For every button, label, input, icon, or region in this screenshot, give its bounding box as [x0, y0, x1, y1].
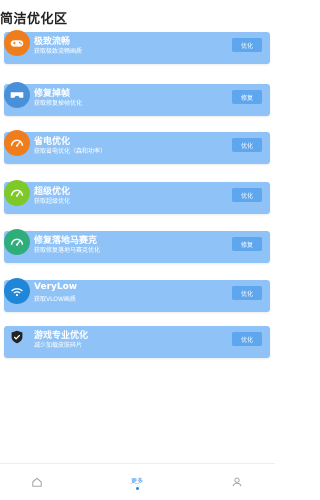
card-subtitle: 获取修复掉帧优化: [34, 100, 83, 107]
vr-headset-icon: [4, 82, 30, 108]
nav-more[interactable]: 更多: [112, 464, 162, 500]
card-subtitle: 获取超级优化: [34, 198, 71, 205]
optimize-button[interactable]: 优化: [232, 188, 262, 202]
card-fix-frame-drops[interactable]: 修复掉帧 获取修复掉帧优化 修复: [4, 82, 270, 116]
wifi-icon: [4, 278, 30, 304]
repair-button[interactable]: 修复: [232, 237, 262, 251]
gamepad-icon: [4, 30, 30, 56]
speed-gauge-icon: [4, 130, 30, 156]
optimize-button[interactable]: 优化: [232, 286, 262, 300]
repair-button[interactable]: 修复: [232, 90, 262, 104]
card-fix-mosaic[interactable]: 修复落地马赛克 获取修复落地马赛克优化 修复: [4, 229, 270, 263]
shield-icon: [4, 324, 30, 350]
card-super-optimize[interactable]: 超级优化 获取超级优化 优化: [4, 180, 270, 214]
nav-home[interactable]: [12, 464, 62, 500]
card-verylow[interactable]: VeryLow 获取VLOW画质 优化: [4, 278, 270, 312]
card-subtitle: 获取修复落地马赛克优化: [34, 247, 101, 254]
speed-gauge-icon: [4, 229, 30, 255]
home-icon: [31, 473, 43, 492]
optimize-button[interactable]: 优化: [232, 38, 262, 52]
card-title: VeryLow: [34, 282, 78, 292]
card-smooth[interactable]: 极致流畅 获取极致流畅画质 优化: [4, 30, 270, 64]
card-subtitle: 获取极致流畅画质: [34, 48, 83, 55]
section-title: 简洁优化区: [0, 12, 68, 27]
active-indicator: [135, 487, 139, 490]
card-game-pro-optimize[interactable]: 游戏专业优化 减少加载皮肤碎片 优化: [4, 326, 270, 358]
speed-gauge-icon: [4, 180, 30, 206]
optimize-button[interactable]: 优化: [232, 138, 262, 152]
optimize-button[interactable]: 优化: [232, 332, 262, 346]
card-subtitle: 获取VLOW画质: [34, 296, 76, 303]
card-subtitle: 获取省电优化（森和功率）: [34, 148, 107, 155]
nav-more-label: 更多: [130, 478, 143, 485]
card-power-saving[interactable]: 省电优化 获取省电优化（森和功率） 优化: [4, 130, 270, 164]
nav-profile[interactable]: [212, 464, 262, 500]
bottom-navigation: 更多: [0, 463, 275, 500]
card-subtitle: 减少加载皮肤碎片: [34, 342, 83, 349]
profile-icon: [231, 473, 243, 492]
